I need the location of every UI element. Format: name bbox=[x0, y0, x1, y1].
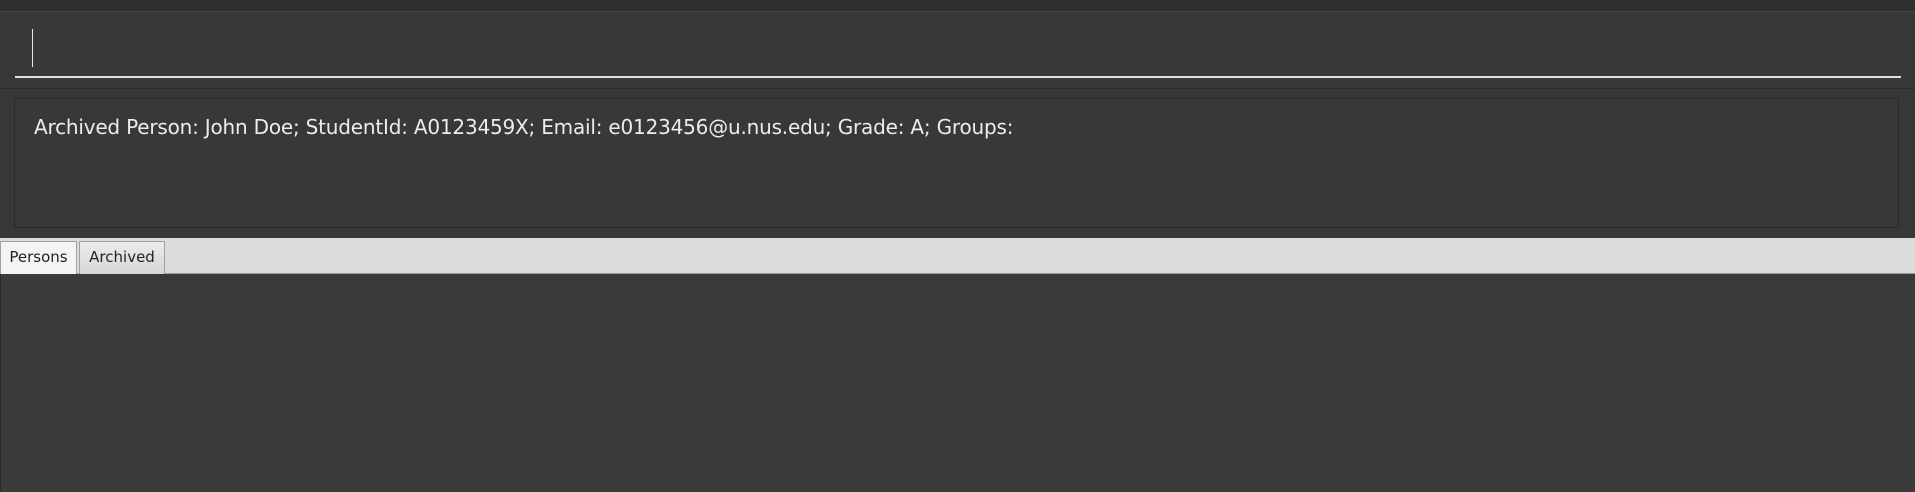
top-strip bbox=[0, 0, 1915, 12]
result-message: Archived Person: John Doe; StudentId: A0… bbox=[34, 115, 1014, 139]
text-caret bbox=[32, 29, 33, 67]
person-list-panel bbox=[0, 274, 1915, 492]
tab-bar: Persons Archived bbox=[0, 238, 1915, 275]
result-display-panel: Archived Person: John Doe; StudentId: A0… bbox=[0, 89, 1915, 238]
tab-persons[interactable]: Persons bbox=[0, 241, 77, 275]
command-box bbox=[0, 12, 1915, 89]
result-display[interactable]: Archived Person: John Doe; StudentId: A0… bbox=[14, 98, 1899, 228]
app-window: Archived Person: John Doe; StudentId: A0… bbox=[0, 0, 1915, 492]
command-input[interactable] bbox=[15, 30, 1901, 78]
tab-archived[interactable]: Archived bbox=[79, 241, 165, 274]
